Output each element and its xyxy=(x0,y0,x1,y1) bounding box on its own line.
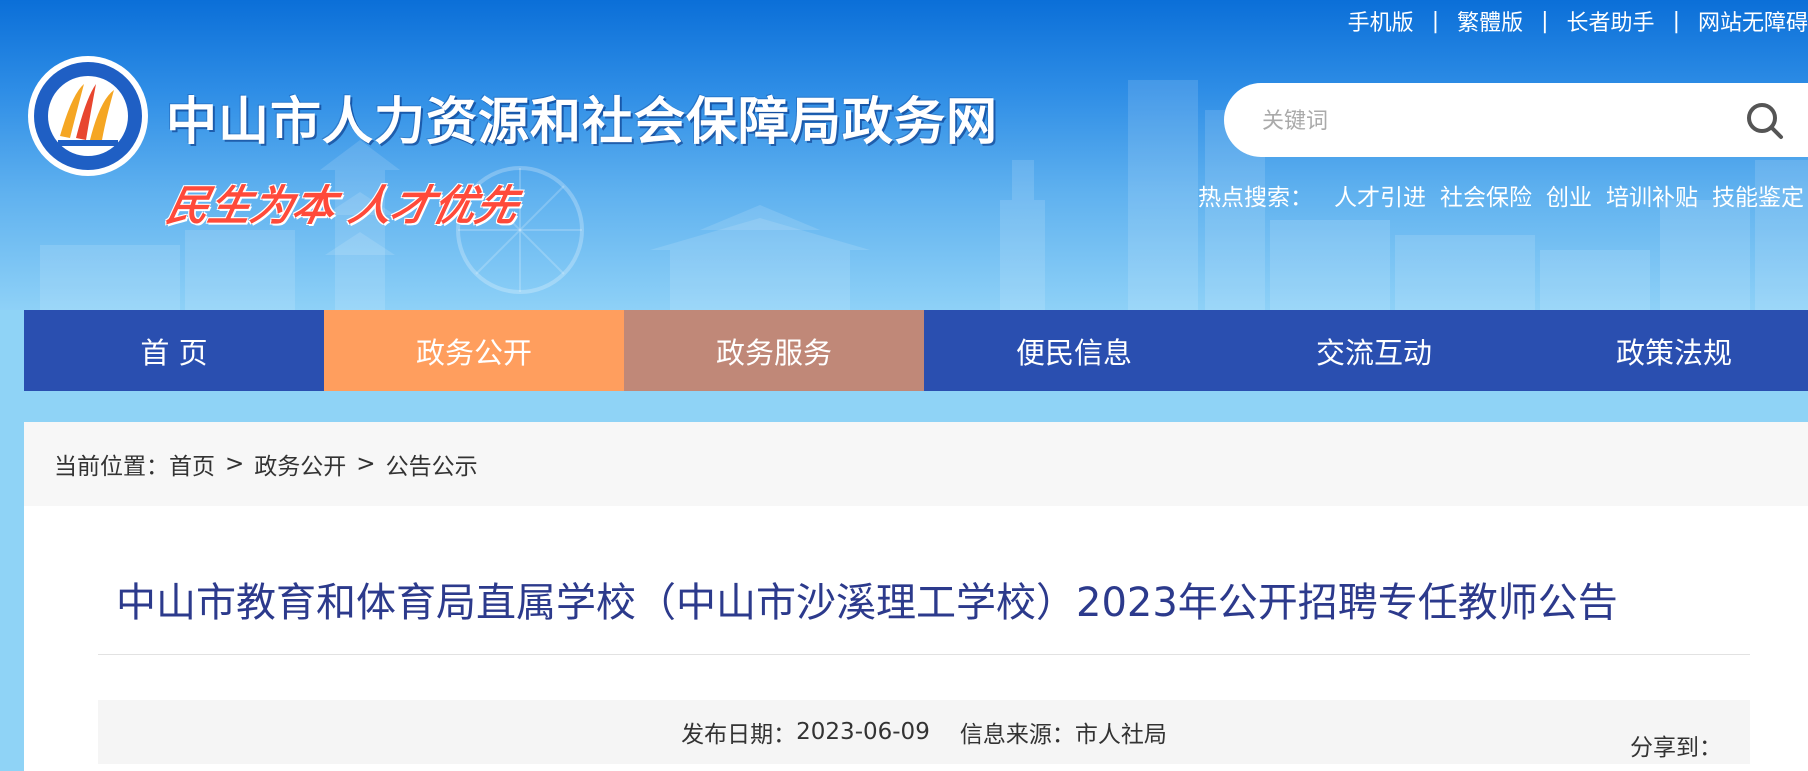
main-nav: 首 页 政务公开 政务服务 便民信息 交流互动 政策法规 xyxy=(24,310,1808,391)
top-link-traditional[interactable]: 繁體版 xyxy=(1457,5,1523,37)
breadcrumb-announcements[interactable]: 公告公示 xyxy=(386,447,478,481)
article-meta-bar: 发布日期： 2023-06-09 信息来源： 市人社局 分享到： xyxy=(98,700,1750,764)
top-link-mobile[interactable]: 手机版 xyxy=(1348,5,1414,37)
hot-search-item[interactable]: 创业 xyxy=(1546,178,1592,212)
site-slogan: 民生为本 人才优先 xyxy=(162,181,524,230)
source-value: 市人社局 xyxy=(1074,722,1167,748)
nav-item-policies[interactable]: 政策法规 xyxy=(1524,310,1808,391)
hot-search-item[interactable]: 社会保险 xyxy=(1440,178,1532,212)
breadcrumb-separator: > xyxy=(225,451,245,477)
nav-item-home[interactable]: 首 页 xyxy=(24,310,324,391)
nav-item-gov-affairs[interactable]: 政务公开 xyxy=(324,310,624,391)
top-links: 手机版 | 繁體版 | 长者助手 | 网站无障碍 xyxy=(1348,5,1808,37)
source-label: 信息来源： xyxy=(959,722,1075,748)
hot-search-label: 热点搜索： xyxy=(1198,185,1313,211)
breadcrumb-separator: > xyxy=(356,451,376,477)
breadcrumb-gov-affairs[interactable]: 政务公开 xyxy=(254,447,346,481)
bureau-logo-icon[interactable] xyxy=(26,54,150,178)
breadcrumb: 当前位置： 首页 > 政务公开 > 公告公示 xyxy=(24,422,1808,506)
search-box xyxy=(1224,83,1808,157)
hot-search: 热点搜索： 人才引进 社会保险 创业 培训补贴 技能鉴定 xyxy=(1198,178,1808,212)
top-link-accessibility[interactable]: 网站无障碍 xyxy=(1698,5,1808,37)
top-link-separator: | xyxy=(1672,8,1680,34)
title-divider xyxy=(98,654,1750,655)
nav-item-interaction[interactable]: 交流互动 xyxy=(1224,310,1524,391)
top-link-elderly[interactable]: 长者助手 xyxy=(1567,5,1655,37)
site-title: 中山市人力资源和社会保障局政务网 xyxy=(166,93,999,152)
search-input[interactable] xyxy=(1260,100,1744,142)
article-title: 中山市教育和体育局直属学校（中山市沙溪理工学校）2023年公开招聘专任教师公告 xyxy=(116,580,1618,626)
hot-search-item[interactable]: 人才引进 xyxy=(1334,178,1426,212)
publish-date: 2023-06-09 xyxy=(796,719,930,745)
hot-search-item[interactable]: 技能鉴定 xyxy=(1712,178,1804,212)
share-label: 分享到： xyxy=(1630,735,1722,761)
top-link-separator: | xyxy=(1541,8,1549,34)
search-icon[interactable] xyxy=(1744,100,1784,140)
top-link-separator: | xyxy=(1431,8,1440,34)
nav-item-public-info[interactable]: 便民信息 xyxy=(924,310,1224,391)
article-meta: 发布日期： 2023-06-09 信息来源： 市人社局 xyxy=(98,700,1750,764)
hot-search-item[interactable]: 培训补贴 xyxy=(1606,178,1698,212)
breadcrumb-prefix: 当前位置： xyxy=(54,454,169,480)
breadcrumb-home[interactable]: 首页 xyxy=(169,447,215,481)
publish-date-label: 发布日期： xyxy=(681,722,797,748)
nav-item-gov-services[interactable]: 政务服务 xyxy=(624,310,924,391)
site-header: 手机版 | 繁體版 | 长者助手 | 网站无障碍 中山市人力资源和社会保障局政务… xyxy=(0,0,1808,310)
